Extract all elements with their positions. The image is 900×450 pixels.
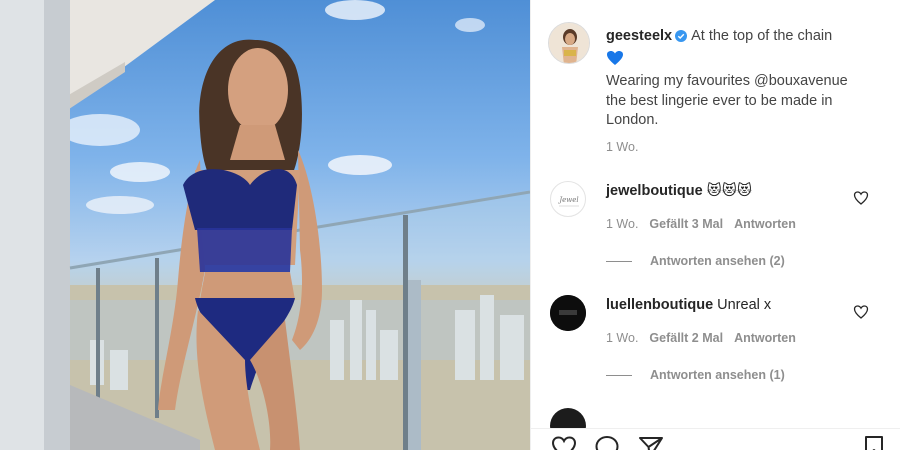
heart-outline-icon[interactable] (551, 435, 577, 450)
caption-line: the best lingerie ever to be made in (606, 92, 833, 109)
comment-likes[interactable]: Gefällt 2 Mal (649, 331, 723, 345)
bookmark-icon[interactable] (863, 435, 885, 450)
author-avatar[interactable] (548, 22, 590, 64)
post-caption: geesteelx At the top of the chain Wearing… (606, 27, 886, 131)
view-replies-label: Antworten ansehen (1) (650, 368, 785, 382)
caption-line: London. (606, 112, 659, 128)
comment-like-icon[interactable] (853, 190, 869, 206)
comment-bubble-icon[interactable] (594, 435, 620, 450)
photo-illustration (0, 0, 530, 450)
comment-text: luellenboutique Unreal x (606, 297, 856, 313)
commenter-username[interactable]: luellenboutique (606, 297, 713, 313)
comment-meta: 1 Wo. Gefällt 2 Mal Antworten (606, 331, 807, 345)
divider (606, 260, 632, 262)
verified-badge-icon (675, 29, 688, 49)
comment-text: jewelboutique 😻😻😻 (606, 183, 856, 199)
commenter-avatar[interactable] (550, 295, 586, 331)
comment-body: Unreal x (717, 297, 772, 313)
svg-text:Jewel: Jewel (557, 196, 578, 204)
post-photo[interactable] (0, 0, 530, 450)
view-replies-button[interactable]: Antworten ansehen (1) (606, 368, 785, 382)
commenter-username[interactable]: jewelboutique (606, 183, 703, 199)
comment-like-icon[interactable] (853, 304, 869, 320)
caption-first-line: At the top of the chain (691, 28, 833, 44)
comments-panel: geesteelx At the top of the chain Wearing… (530, 0, 900, 450)
divider (606, 374, 632, 376)
blue-heart-emoji (606, 50, 886, 73)
caption-line: Wearing my favourites @bouxavenue (606, 73, 848, 89)
comment-body: 😻😻😻 (706, 183, 753, 199)
reply-button[interactable]: Antworten (734, 217, 796, 231)
view-replies-button[interactable]: Antworten ansehen (2) (606, 254, 785, 268)
comment-meta: 1 Wo. Gefällt 3 Mal Antworten (606, 217, 807, 231)
author-username[interactable]: geesteelx (606, 28, 672, 44)
comment-timestamp[interactable]: 1 Wo. (606, 331, 638, 345)
post-timestamp[interactable]: 1 Wo. (606, 140, 638, 154)
reply-button[interactable]: Antworten (734, 331, 796, 345)
paper-plane-icon[interactable] (638, 435, 664, 450)
comment-timestamp[interactable]: 1 Wo. (606, 217, 638, 231)
commenter-avatar[interactable]: Jewel (550, 181, 586, 217)
comment-likes[interactable]: Gefällt 3 Mal (649, 217, 723, 231)
post-action-bar (531, 428, 900, 450)
view-replies-label: Antworten ansehen (2) (650, 254, 785, 268)
